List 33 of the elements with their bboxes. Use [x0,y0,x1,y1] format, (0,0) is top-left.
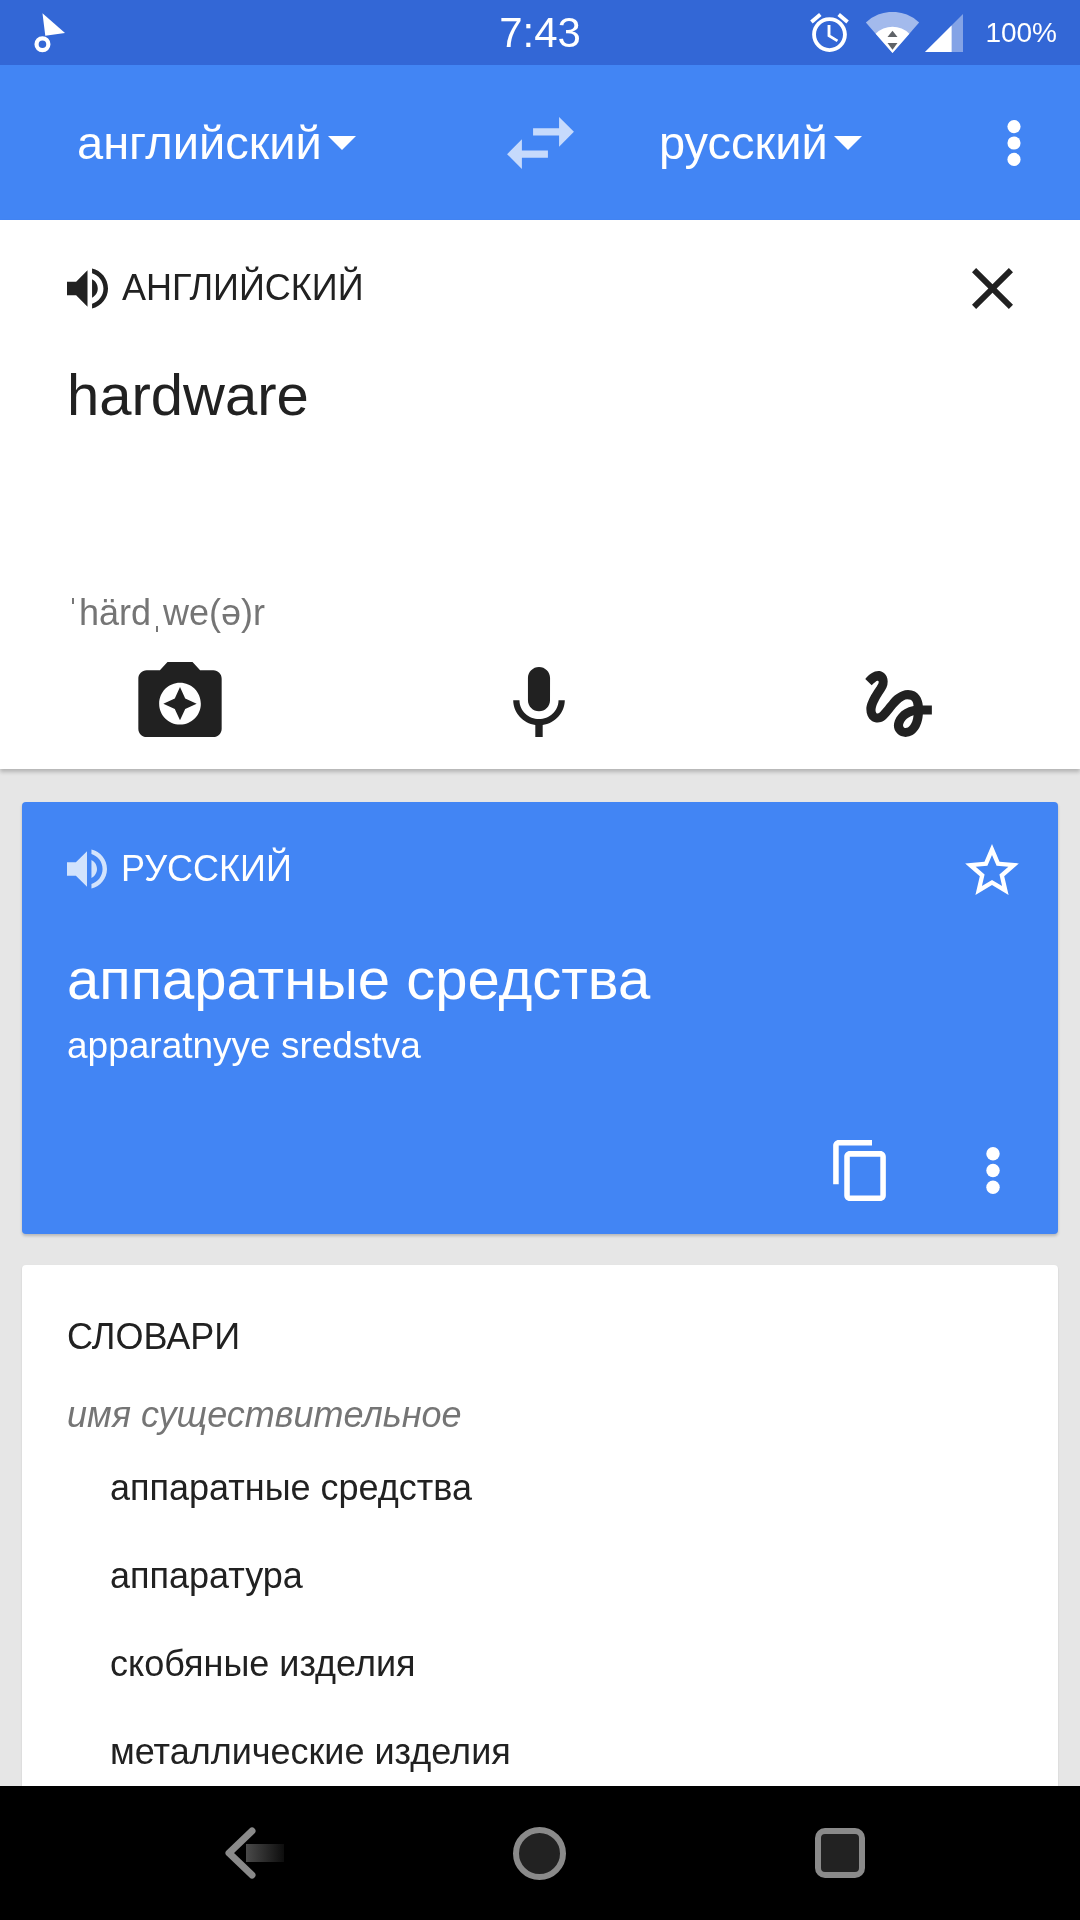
flag-icon [34,12,65,53]
close-icon[interactable] [972,267,1013,309]
dictionary-title: СЛОВАРИ [67,1315,241,1359]
squiggle-icon[interactable] [865,671,932,737]
recents-icon[interactable] [815,1828,865,1878]
camera-icon[interactable] [138,662,222,737]
phonetic-text: ˈhärdˌwe(ə)r [67,591,266,635]
more-icon[interactable] [986,1146,1000,1194]
alarm-clock-icon [810,13,850,52]
star-icon[interactable] [965,843,1019,895]
wifi-icon [865,12,921,53]
caret-icon [327,135,356,150]
dictionary-entry[interactable]: аппаратура [110,1552,303,1600]
dictionary-entry[interactable]: скобяные изделия [110,1640,416,1688]
more-icon[interactable] [1007,119,1021,166]
battery-percent: 100% [985,18,1057,47]
part-of-speech-label: имя существительное [67,1393,462,1437]
transliteration-text: apparatnyye sredstva [67,1024,421,1068]
translation-text: аппаратные средства [67,945,651,1013]
copy-icon[interactable] [833,1139,886,1201]
source-text-field[interactable]: hardware [67,360,309,430]
dictionary-entry[interactable]: металлические изделия [110,1728,511,1776]
dictionary-entry[interactable]: аппаратные средства [110,1464,473,1512]
speaker-icon[interactable] [67,267,108,309]
target-language-button[interactable]: русский [659,112,862,173]
caret-icon [833,135,862,150]
signal-icon [925,13,964,52]
swap-icon[interactable] [506,116,574,169]
microphone-icon[interactable] [513,667,565,737]
source-language-button[interactable]: английский [77,112,356,173]
back-icon[interactable] [224,1827,286,1879]
clock-time: 7:43 [499,11,581,54]
home-icon[interactable] [513,1826,566,1880]
